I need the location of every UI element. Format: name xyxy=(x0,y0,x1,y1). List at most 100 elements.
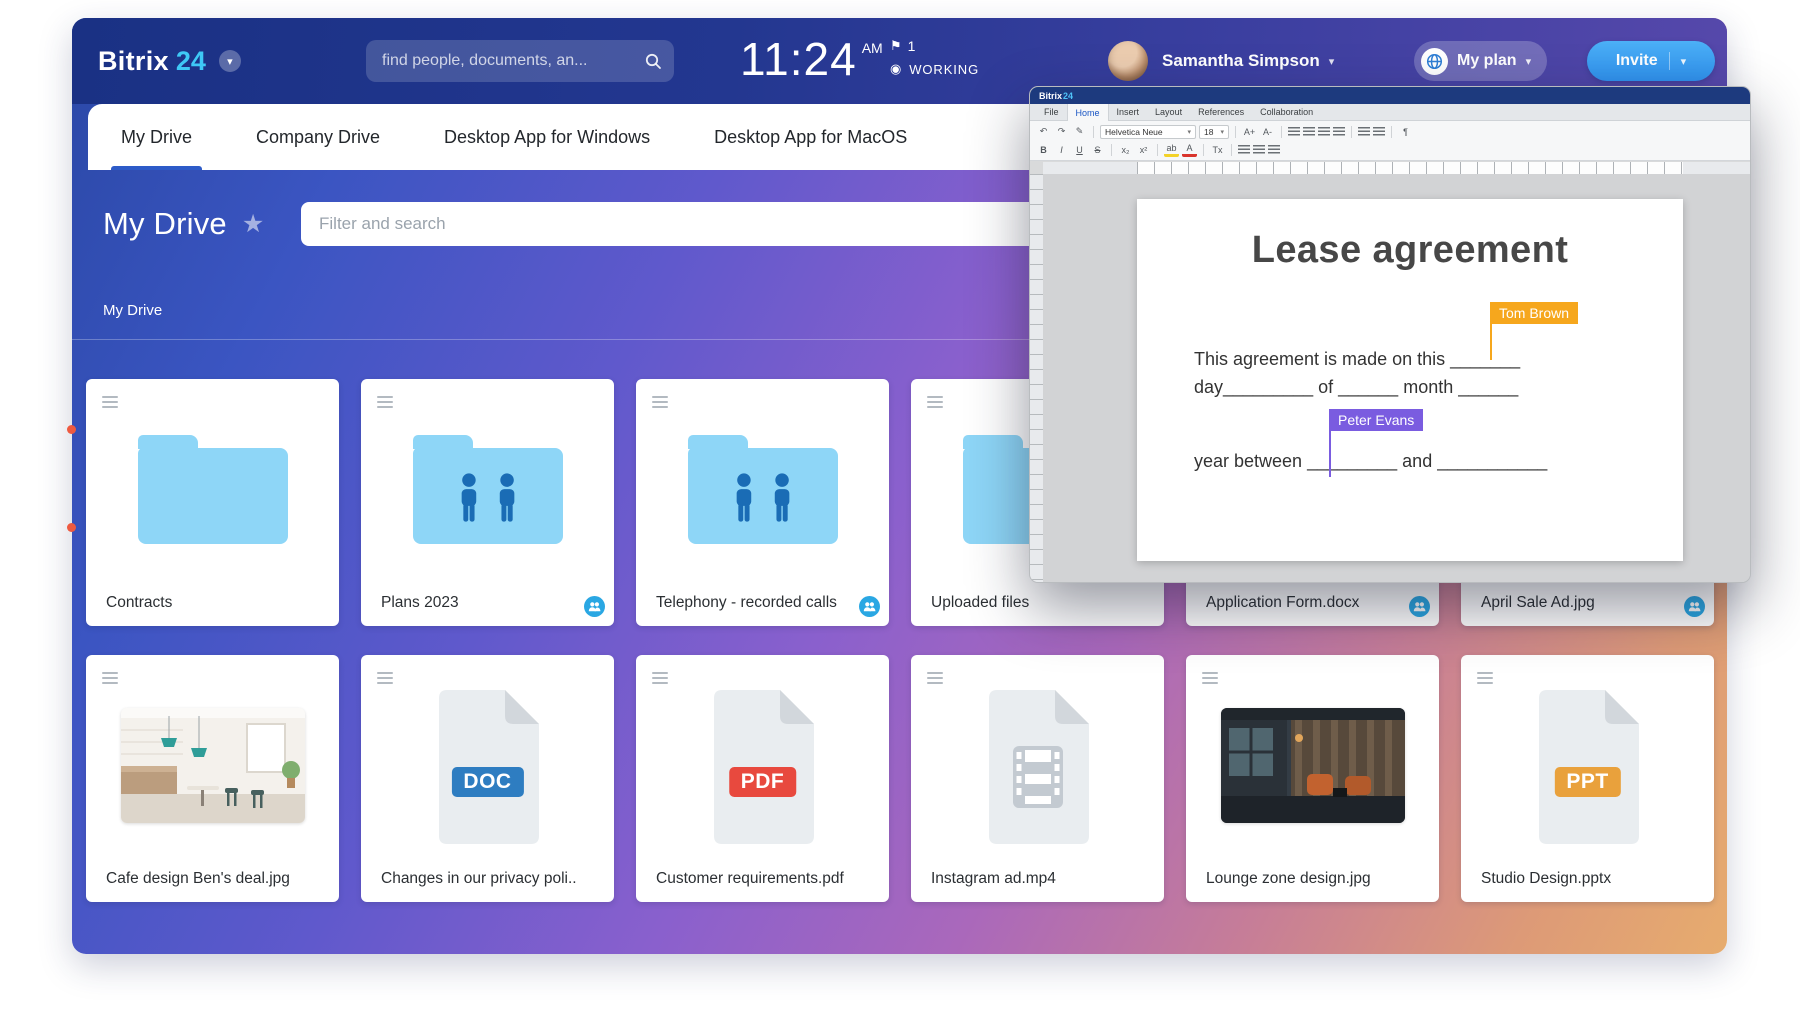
tab-desktop-windows[interactable]: Desktop App for Windows xyxy=(444,104,650,170)
cafe-photo-thumbnail xyxy=(121,708,305,823)
invite-button[interactable]: Invite ▾ xyxy=(1587,41,1715,81)
word-ribbon-tabs: File Home Insert Layout References Colla… xyxy=(1030,104,1750,121)
collab-caret xyxy=(1490,324,1492,360)
collab-caret xyxy=(1329,431,1331,477)
user-avatar[interactable] xyxy=(1108,41,1148,81)
numbered-list-icon[interactable] xyxy=(1373,127,1385,136)
vertical-ruler[interactable] xyxy=(1030,174,1043,582)
card-telephony[interactable]: Telephony - recorded calls xyxy=(636,379,889,626)
favorite-star-icon[interactable]: ★ xyxy=(242,209,264,239)
title-row: My Drive ★ xyxy=(103,206,264,242)
document-paragraph: This agreement is made on this _______ d… xyxy=(1194,345,1520,401)
document-file-icon xyxy=(425,688,551,844)
shared-badge-icon xyxy=(584,596,605,617)
font-size-select[interactable]: 18 ▾ xyxy=(1199,125,1229,139)
card-customer-requirements[interactable]: PDF Customer requirements.pdf xyxy=(636,655,889,902)
clear-formatting-icon[interactable]: Tx xyxy=(1210,142,1225,157)
edge-notification-dot xyxy=(67,425,76,434)
word-editor-window: Bitrix 24 File Home Insert Layout Refere… xyxy=(1029,86,1751,583)
shrink-font-icon[interactable]: A- xyxy=(1260,124,1275,139)
chevron-down-icon[interactable]: ▾ xyxy=(1681,55,1687,68)
folder-icon xyxy=(138,448,288,544)
card-label: Studio Design.pptx xyxy=(1481,870,1676,888)
tab-desktop-macos[interactable]: Desktop App for MacOS xyxy=(714,104,907,170)
tab-company-drive[interactable]: Company Drive xyxy=(256,104,380,170)
align-right-icon[interactable] xyxy=(1318,127,1330,136)
collab-cursor-label: Tom Brown xyxy=(1490,302,1578,324)
document-line-2: day_________ of ______ month ______ xyxy=(1194,377,1518,397)
indent-increase-icon[interactable] xyxy=(1238,145,1250,154)
invite-label: Invite xyxy=(1616,52,1658,70)
font-color-icon[interactable]: A xyxy=(1182,142,1197,157)
card-privacy-policy[interactable]: DOC Changes in our privacy poli... xyxy=(361,655,614,902)
subscript-icon[interactable]: x₂ xyxy=(1118,142,1133,157)
align-left-icon[interactable] xyxy=(1288,127,1300,136)
pilcrow-icon[interactable]: ¶ xyxy=(1398,124,1413,139)
bitrix-logo[interactable]: Bitrix 24 ▾ xyxy=(98,18,241,104)
grow-font-icon[interactable]: A+ xyxy=(1242,124,1257,139)
card-studio-design[interactable]: PPT Studio Design.pptx xyxy=(1461,655,1714,902)
redo-icon[interactable]: ↷ xyxy=(1054,124,1069,139)
word-tab-collaboration[interactable]: Collaboration xyxy=(1252,104,1321,120)
edge-notification-dot xyxy=(67,523,76,532)
bold-icon[interactable]: B xyxy=(1036,142,1051,157)
doc-badge: DOC xyxy=(451,767,523,797)
flag-counter[interactable]: ⚑ 1 xyxy=(890,38,979,54)
italic-icon[interactable]: I xyxy=(1054,142,1069,157)
chevron-down-icon: ▾ xyxy=(1220,128,1224,136)
record-icon: ◉ xyxy=(890,61,902,77)
clock: 11:24 AM xyxy=(740,34,883,84)
card-contracts[interactable]: Contracts xyxy=(86,379,339,626)
word-tab-home[interactable]: Home xyxy=(1067,104,1109,121)
working-label: WORKING xyxy=(909,62,979,77)
indent-decrease-icon[interactable] xyxy=(1253,145,1265,154)
font-family-select[interactable]: Helvetica Neue ▾ xyxy=(1100,125,1196,139)
global-search-input[interactable] xyxy=(382,52,644,70)
highlight-color-icon[interactable]: ab xyxy=(1164,142,1179,157)
underline-icon[interactable]: U xyxy=(1072,142,1087,157)
search-icon xyxy=(644,52,662,70)
my-plan-button[interactable]: My plan ▾ xyxy=(1414,41,1547,81)
word-titlebar: Bitrix 24 xyxy=(1030,87,1750,104)
user-name: Samantha Simpson xyxy=(1162,51,1320,71)
align-center-icon[interactable] xyxy=(1303,127,1315,136)
card-label: April Sale Ad.jpg xyxy=(1481,594,1676,612)
line-spacing-icon[interactable] xyxy=(1268,145,1280,154)
card-label: Customer requirements.pdf xyxy=(656,870,851,888)
card-lounge-zone[interactable]: Lounge zone design.jpg xyxy=(1186,655,1439,902)
people-icon xyxy=(726,472,800,524)
card-label: Lounge zone design.jpg xyxy=(1206,870,1401,888)
bullet-list-icon[interactable] xyxy=(1358,127,1370,136)
flag-count: 1 xyxy=(908,38,916,54)
working-status[interactable]: ◉ WORKING xyxy=(890,61,979,77)
lounge-photo-thumbnail xyxy=(1221,708,1405,823)
word-tab-file[interactable]: File xyxy=(1036,104,1067,120)
global-search[interactable] xyxy=(366,40,674,82)
align-justify-icon[interactable] xyxy=(1333,127,1345,136)
word-tab-references[interactable]: References xyxy=(1190,104,1252,120)
strikethrough-icon[interactable]: S xyxy=(1090,142,1105,157)
word-logo: Bitrix xyxy=(1039,91,1062,101)
shared-folder-icon xyxy=(688,448,838,544)
card-plans-2023[interactable]: Plans 2023 xyxy=(361,379,614,626)
chevron-down-icon: ▾ xyxy=(1526,55,1532,68)
clock-time: 11:24 xyxy=(740,34,857,84)
horizontal-ruler[interactable] xyxy=(1043,162,1750,174)
card-instagram-ad[interactable]: Instagram ad.mp4 xyxy=(911,655,1164,902)
word-toolbar: ↶ ↷ ✎ Helvetica Neue ▾ 18 ▾ A+ A- xyxy=(1030,121,1750,161)
word-tab-insert[interactable]: Insert xyxy=(1109,104,1148,120)
word-tab-layout[interactable]: Layout xyxy=(1147,104,1190,120)
document-page[interactable]: Lease agreement This agreement is made o… xyxy=(1137,199,1683,561)
clock-meridiem: AM xyxy=(862,40,883,56)
card-cafe-design[interactable]: Cafe design Ben's deal.jpg xyxy=(86,655,339,902)
page: Bitrix 24 ▾ 11:24 AM ⚑ 1 xyxy=(0,0,1800,1019)
chevron-down-icon[interactable]: ▾ xyxy=(219,50,241,72)
card-label: Instagram ad.mp4 xyxy=(931,870,1126,888)
undo-icon[interactable]: ↶ xyxy=(1036,124,1051,139)
format-painter-icon[interactable]: ✎ xyxy=(1072,124,1087,139)
font-size-value: 18 xyxy=(1204,127,1213,137)
superscript-icon[interactable]: x² xyxy=(1136,142,1151,157)
tab-my-drive[interactable]: My Drive xyxy=(121,104,192,170)
collab-cursor-label: Peter Evans xyxy=(1329,409,1423,431)
pdf-file-icon xyxy=(700,688,826,844)
